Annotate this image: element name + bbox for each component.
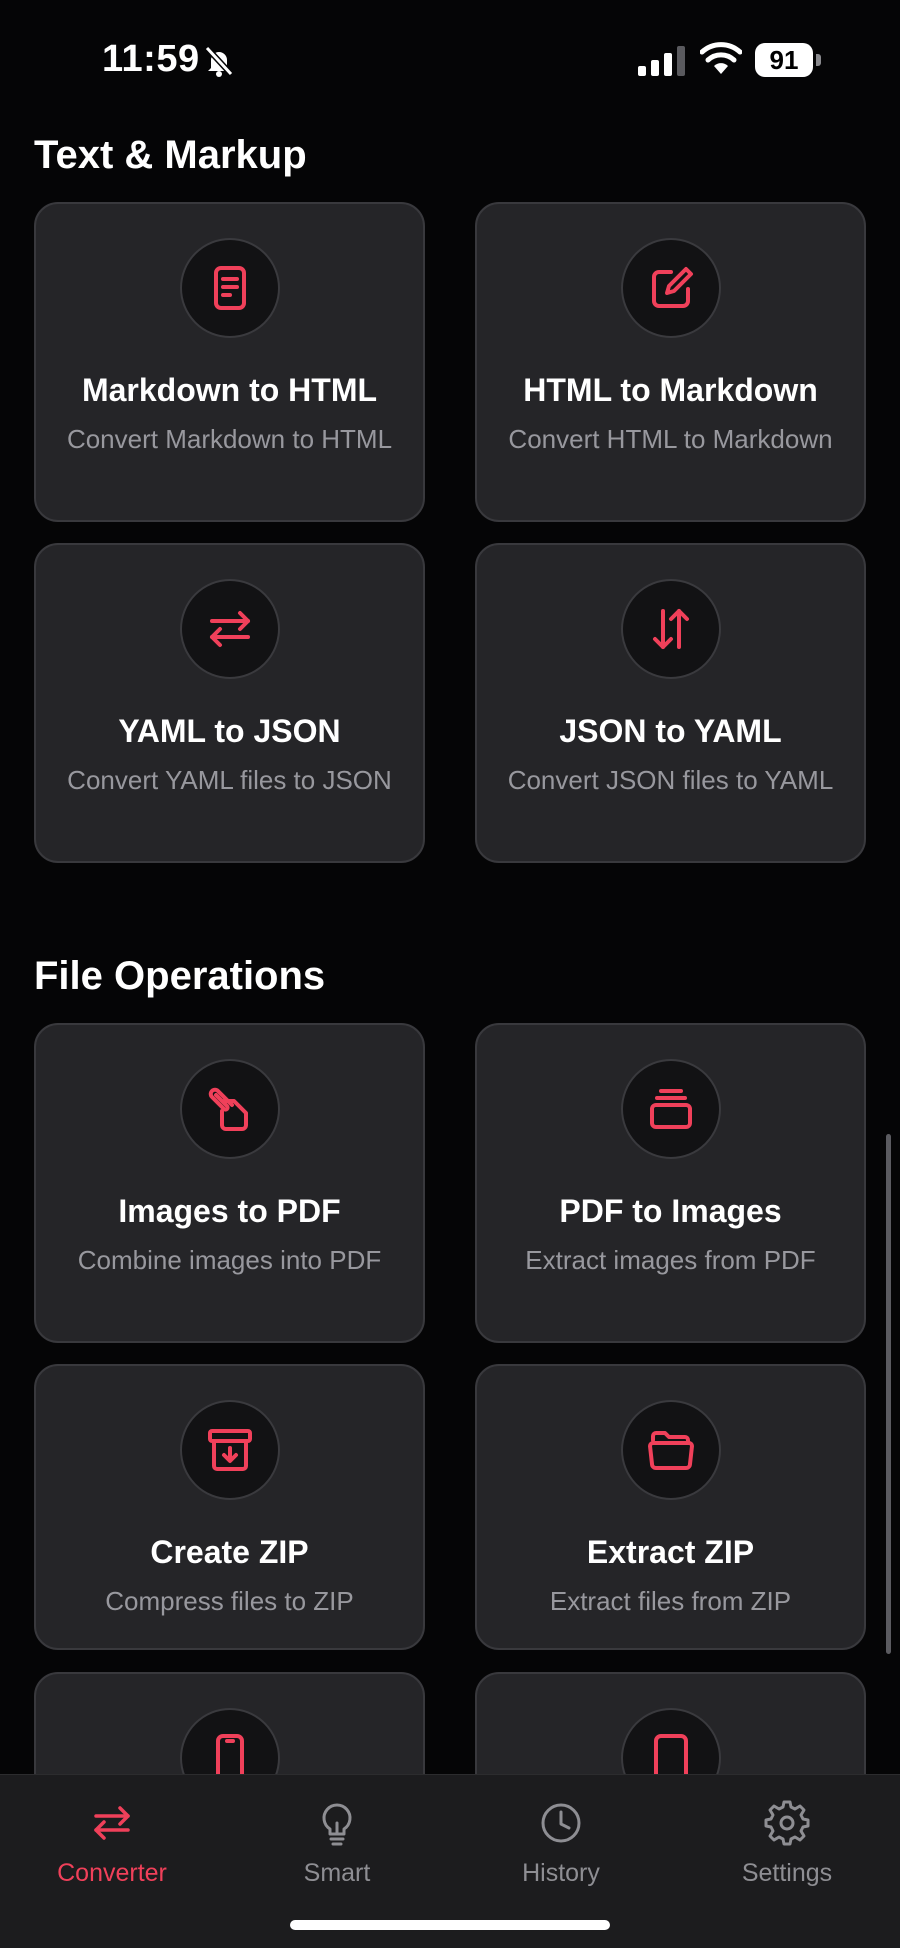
- scrollbar[interactable]: [886, 1134, 891, 1654]
- card-description: Combine images into PDF: [77, 1245, 382, 1275]
- card-yaml-to-json[interactable]: YAML to JSON Convert YAML files to JSON: [34, 543, 425, 863]
- gear-icon: [764, 1800, 810, 1846]
- wifi-icon: [700, 42, 742, 74]
- battery-cap: [816, 54, 821, 66]
- tab-label: Converter: [57, 1859, 167, 1887]
- card-description: Convert Markdown to HTML: [66, 424, 393, 454]
- card-json-to-yaml[interactable]: JSON to YAML Convert JSON files to YAML: [475, 543, 866, 863]
- card-description: Compress files to ZIP: [105, 1586, 354, 1616]
- card-title: HTML to Markdown: [523, 372, 818, 408]
- tab-label: Smart: [303, 1859, 371, 1887]
- swap-arrows-icon: [94, 1806, 130, 1840]
- battery-indicator: 91: [755, 43, 821, 77]
- lightbulb-icon: [322, 1803, 352, 1846]
- card-description: Convert JSON files to YAML: [507, 765, 834, 795]
- archive-icon: [207, 1429, 252, 1471]
- tab-converter[interactable]: Converter: [32, 1799, 192, 1899]
- card-icon-circle: [620, 238, 721, 338]
- card-images-to-pdf[interactable]: Images to PDF Combine images into PDF: [34, 1023, 425, 1343]
- tab-history[interactable]: History: [481, 1799, 641, 1899]
- up-down-arrows-icon: [652, 609, 689, 649]
- paperclip-document-icon: [208, 1087, 248, 1131]
- tab-smart[interactable]: Smart: [257, 1799, 417, 1899]
- card-description: Extract images from PDF: [525, 1245, 816, 1275]
- card-html-to-markdown[interactable]: HTML to Markdown Convert HTML to Markdow…: [475, 202, 866, 522]
- card-title: Images to PDF: [118, 1193, 341, 1229]
- clock-icon: [541, 1803, 581, 1843]
- card-create-zip[interactable]: Create ZIP Compress files to ZIP: [34, 1364, 425, 1650]
- card-title: PDF to Images: [559, 1193, 782, 1229]
- card-title: Extract ZIP: [586, 1534, 755, 1570]
- card-markdown-to-html[interactable]: Markdown to HTML Convert Markdown to HTM…: [34, 202, 425, 522]
- card-icon-circle: [620, 1400, 721, 1500]
- card-icon-circle: [179, 579, 280, 679]
- card-title: Markdown to HTML: [81, 372, 378, 408]
- card-extract-zip[interactable]: Extract ZIP Extract files from ZIP: [475, 1364, 866, 1650]
- section-title-text-markup: Text & Markup: [34, 133, 307, 177]
- card-description: Convert HTML to Markdown: [508, 424, 833, 454]
- swap-arrows-icon: [209, 611, 250, 647]
- battery-level: 91: [769, 45, 799, 75]
- card-icon-circle: [620, 579, 721, 679]
- card-pdf-to-images[interactable]: PDF to Images Extract images from PDF: [475, 1023, 866, 1343]
- card-description: Convert YAML files to JSON: [67, 765, 392, 795]
- card-icon-circle: [179, 238, 280, 338]
- tab-label: Settings: [741, 1859, 833, 1887]
- status-time: 11:59: [102, 38, 200, 80]
- home-indicator[interactable]: [290, 1920, 610, 1930]
- edit-icon: [651, 267, 693, 308]
- section-title-file-operations: File Operations: [34, 954, 326, 998]
- status-bar: 11:59 91: [0, 0, 900, 120]
- card-description: Extract files from ZIP: [549, 1586, 792, 1616]
- open-folder-icon: [647, 1431, 694, 1470]
- bell-slash-icon: [204, 45, 234, 77]
- document-icon: [213, 266, 246, 310]
- card-icon-circle: [179, 1400, 280, 1500]
- card-title: Create ZIP: [150, 1534, 309, 1570]
- card-icon-circle: [620, 1059, 721, 1159]
- cellular-signal-icon: [638, 46, 685, 76]
- tab-settings[interactable]: Settings: [707, 1799, 867, 1899]
- card-icon-circle: [179, 1059, 280, 1159]
- card-title: JSON to YAML: [559, 713, 782, 749]
- stacked-pages-icon: [649, 1089, 692, 1129]
- tab-label: History: [522, 1859, 600, 1887]
- card-title: YAML to JSON: [118, 713, 341, 749]
